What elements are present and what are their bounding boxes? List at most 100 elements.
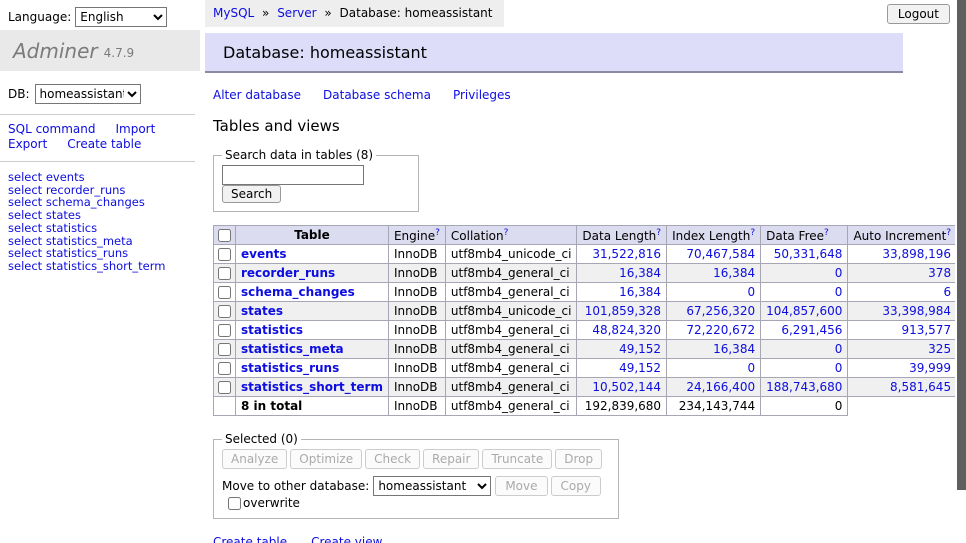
column-header: Table [236,226,389,245]
index-length-link[interactable]: 0 [747,285,755,299]
data-length-link[interactable]: 10,502,144 [592,380,661,394]
table-name-link[interactable]: statistics [241,323,303,337]
collation-cell: utf8mb4_general_ci [445,321,577,340]
data-free-link[interactable]: 0 [835,285,843,299]
auto-increment-link[interactable]: 8,581,645 [890,380,951,394]
selected-buttons-row: AnalyzeOptimizeCheckRepairTruncateDrop [222,449,610,469]
data-length-link[interactable]: 49,152 [619,361,661,375]
scrollbar-track[interactable] [955,0,966,543]
row-checkbox[interactable] [218,305,231,318]
column-help-link[interactable]: ? [504,228,509,238]
move-label: Move to other database: [222,479,369,493]
data-length-link[interactable]: 101,859,328 [585,304,661,318]
table-name-link[interactable]: states [241,304,283,318]
data-length-link[interactable]: 16,384 [619,285,661,299]
main-content: MySQL » Server » Database: homeassistant… [205,0,955,543]
data-length-link[interactable]: 49,152 [619,342,661,356]
index-length-link[interactable]: 67,256,320 [686,304,755,318]
sidebar-command-link[interactable]: Import [115,122,155,136]
index-length-link[interactable]: 16,384 [713,266,755,280]
breadcrumb-link[interactable]: Server [277,6,316,20]
auto-increment-link[interactable]: 378 [928,266,951,280]
data-free-link[interactable]: 0 [835,266,843,280]
row-checkbox[interactable] [218,248,231,261]
auto-increment-link[interactable]: 325 [928,342,951,356]
auto-increment-link[interactable]: 39,999 [909,361,951,375]
data-length-link[interactable]: 48,824,320 [592,323,661,337]
search-fieldset: Search data in tables (8) Search [213,148,419,212]
data-length-link[interactable]: 31,522,816 [592,247,661,261]
breadcrumb-link[interactable]: MySQL [213,6,254,20]
data-free-link[interactable]: 188,743,680 [766,380,842,394]
engine-cell: InnoDB [388,340,445,359]
collation-cell: utf8mb4_general_ci [445,283,577,302]
auto-increment-link[interactable]: 33,398,984 [882,304,951,318]
auto-increment-link[interactable]: 6 [943,285,951,299]
index-length-link[interactable]: 24,166,400 [686,380,755,394]
total-data-free: 0 [761,397,848,416]
data-free-link[interactable]: 50,331,648 [774,247,843,261]
auto-increment-link[interactable]: 913,577 [901,323,951,337]
row-checkbox[interactable] [218,286,231,299]
data-free-link[interactable]: 0 [835,361,843,375]
table-name-link[interactable]: events [241,247,287,261]
table-row: statesInnoDButf8mb4_unicode_ci101,859,32… [214,302,966,321]
table-name-link[interactable]: statistics_meta [241,342,344,356]
search-button[interactable]: Search [222,185,281,203]
truncate-button: Truncate [482,449,552,469]
select-all-checkbox[interactable] [218,229,231,242]
data-length-link[interactable]: 16,384 [619,266,661,280]
column-help-link[interactable]: ? [824,228,829,238]
sidebar-command-link[interactable]: SQL command [8,122,95,136]
row-checkbox[interactable] [218,324,231,337]
sidebar-select-link[interactable]: select statistics_short_term [8,259,165,273]
row-checkbox[interactable] [218,381,231,394]
move-row: Move to other database:homeassistantMove… [222,476,610,510]
db-action-link[interactable]: Database schema [323,88,431,102]
column-help-link[interactable]: ? [750,228,755,238]
row-checkbox[interactable] [218,267,231,280]
index-length-link[interactable]: 70,467,584 [686,247,755,261]
table-name-link[interactable]: recorder_runs [241,266,335,280]
data-free-link[interactable]: 104,857,600 [766,304,842,318]
table-name-link[interactable]: statistics_runs [241,361,339,375]
data-free-link[interactable]: 6,291,456 [781,323,842,337]
column-header: Collation? [445,226,577,245]
db-select[interactable]: homeassistant [35,84,141,104]
search-input[interactable] [222,165,364,185]
repair-button: Repair [423,449,479,469]
overwrite-checkbox[interactable] [228,497,241,510]
table-header-row: TableEngine?Collation?Data Length?Index … [214,226,966,245]
search-legend: Search data in tables (8) [222,148,376,162]
db-action-link[interactable]: Alter database [213,88,301,102]
table-name-link[interactable]: statistics_short_term [241,380,383,394]
language-select[interactable]: English [75,7,167,27]
db-action-link[interactable]: Privileges [453,88,511,102]
row-checkbox[interactable] [218,362,231,375]
sidebar-command-link[interactable]: Create table [67,137,141,151]
sidebar-command-links: SQL command Import Export Create table [0,114,195,162]
create-table-link[interactable]: Create table [213,535,287,543]
column-help-link[interactable]: ? [656,228,661,238]
adminer-version: 4.7.9 [104,41,135,60]
table-total-row: 8 in totalInnoDButf8mb4_general_ci192,83… [214,397,966,416]
sidebar-command-link[interactable]: Export [8,137,47,151]
column-help-link[interactable]: ? [946,228,951,238]
row-checkbox[interactable] [218,343,231,356]
logout-button[interactable]: Logout [887,4,950,24]
index-length-link[interactable]: 72,220,672 [686,323,755,337]
scrollbar-thumb[interactable] [957,0,966,490]
engine-cell: InnoDB [388,321,445,340]
index-length-link[interactable]: 0 [747,361,755,375]
create-view-link[interactable]: Create view [311,535,382,543]
breadcrumb: MySQL » Server » Database: homeassistant [205,0,504,27]
collation-cell: utf8mb4_unicode_ci [445,245,577,264]
table-name-link[interactable]: schema_changes [241,285,355,299]
index-length-link[interactable]: 16,384 [713,342,755,356]
select-all-cell [214,226,236,245]
data-free-link[interactable]: 0 [835,342,843,356]
auto-increment-link[interactable]: 33,898,196 [882,247,951,261]
column-help-link[interactable]: ? [435,228,440,238]
create-links-row: Create table Create view [213,535,955,543]
move-db-select[interactable]: homeassistant [373,476,491,496]
